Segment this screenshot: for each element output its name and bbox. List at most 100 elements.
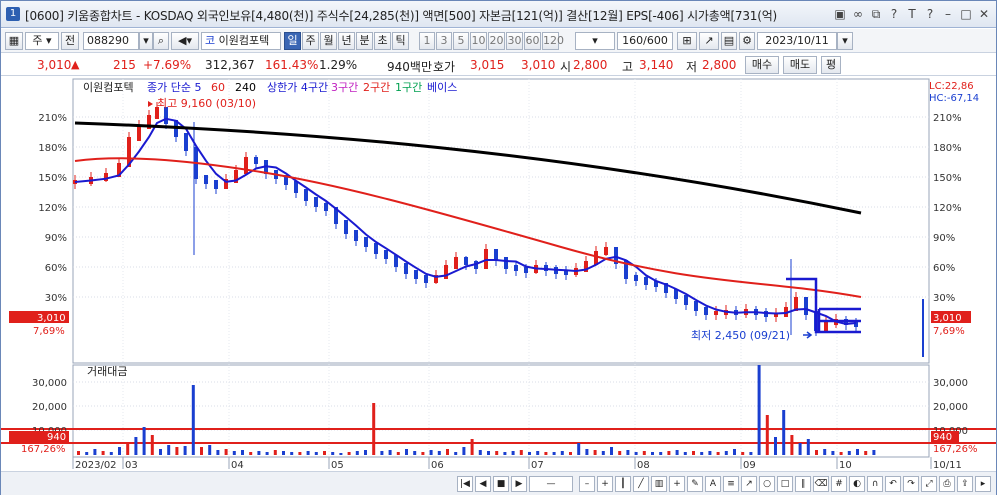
turnover: 1.29% (319, 58, 358, 72)
fib-icon[interactable]: ≡ (723, 476, 739, 492)
minute-tab[interactable]: 120 (542, 32, 564, 50)
help-icon[interactable]: ? (886, 5, 902, 23)
zoom-out-icon[interactable]: – (579, 476, 595, 492)
settings-icon[interactable]: ⚙ (739, 32, 755, 50)
candle-body (214, 180, 218, 189)
stock-name-field[interactable]: 코 이원컴포텍 (201, 32, 281, 50)
volume-bar (446, 449, 449, 455)
chart-area[interactable]: 210% 210% 180% 180% 150% 150% 120% 120% 90% 90% 60… (1, 77, 996, 495)
x-label: 04 (231, 460, 244, 471)
window-icon[interactable]: ⧉ (868, 5, 884, 23)
close-icon[interactable]: ✕ (976, 5, 992, 23)
window-number: 1 (6, 7, 20, 21)
minute-tab[interactable]: 1 (419, 32, 435, 50)
scroll-track[interactable]: — (529, 476, 573, 492)
period-tab[interactable]: 주 (302, 32, 319, 50)
period-tab[interactable]: 분 (356, 32, 373, 50)
cross-icon[interactable]: + (669, 476, 685, 492)
stop-icon[interactable]: ■ (493, 476, 509, 492)
candle-body (404, 263, 408, 274)
color-icon[interactable]: ◐ (849, 476, 865, 492)
minute-tab[interactable]: 10 (470, 32, 487, 50)
circle-icon[interactable]: ○ (759, 476, 775, 492)
arrow-icon[interactable]: ↗ (741, 476, 757, 492)
minute-tab[interactable]: 20 (488, 32, 505, 50)
stock-code-input[interactable]: 088290 (83, 32, 139, 50)
volume-bar (683, 452, 687, 455)
minute-tab[interactable]: 5 (453, 32, 469, 50)
sell-button[interactable]: 매도 (783, 56, 817, 74)
date-input[interactable]: 2023/10/11 (757, 32, 837, 50)
minute-tab[interactable]: 30 (506, 32, 523, 50)
minute-select[interactable]: ▾ (575, 32, 615, 50)
candle-body (254, 157, 258, 164)
y-tick-left: 150% (38, 173, 67, 184)
period-tab[interactable]: 년 (338, 32, 355, 50)
channel-icon[interactable]: ∥ (795, 476, 811, 492)
link-icon[interactable]: ∞ (850, 5, 866, 23)
fit-icon[interactable]: ⤢ (921, 476, 937, 492)
grid-toggle-icon[interactable]: # (831, 476, 847, 492)
search-icon[interactable]: ⌕ (153, 32, 169, 50)
first-icon[interactable]: |◀ (457, 476, 473, 492)
candle-body (344, 220, 348, 234)
prev-icon[interactable]: ◀ (475, 476, 491, 492)
period-tab[interactable]: 초 (374, 32, 391, 50)
pin-icon[interactable]: ? (922, 5, 938, 23)
volume-ratio: 161.43% (265, 58, 319, 72)
grid-icon[interactable]: ▦ (5, 32, 23, 50)
maximize-icon[interactable]: □ (958, 5, 974, 23)
text-icon[interactable]: T (904, 5, 920, 23)
rect-icon[interactable]: □ (777, 476, 793, 492)
draw-icon[interactable]: ✎ (687, 476, 703, 492)
minimize-icon[interactable]: – (940, 5, 956, 23)
volume-bar (708, 451, 712, 455)
erase-icon[interactable]: ⌫ (813, 476, 829, 492)
save-icon[interactable]: ▤ (721, 32, 737, 50)
period-tab[interactable]: 월 (320, 32, 337, 50)
volume-bar (536, 451, 540, 455)
volume-bar (610, 447, 613, 455)
type-select[interactable]: 주 ▾ (25, 32, 59, 50)
volume-bar (216, 450, 220, 455)
period-tab[interactable]: 틱 (392, 32, 409, 50)
more-icon[interactable]: ▸ (975, 476, 991, 492)
candle-body (694, 301, 698, 311)
volume-bar (569, 452, 572, 455)
chart-type-icon[interactable]: ⊞ (677, 32, 697, 50)
redo-icon[interactable]: ↷ (903, 476, 919, 492)
next-icon[interactable]: ▶ (511, 476, 527, 492)
period-tab[interactable]: 일 (284, 32, 301, 50)
image-icon[interactable]: ▣ (832, 5, 848, 23)
text-tool-icon[interactable]: A (705, 476, 721, 492)
print-icon[interactable]: ⎙ (939, 476, 955, 492)
indicator-icon[interactable]: ↗ (699, 32, 719, 50)
zoom-in-icon[interactable]: + (597, 476, 613, 492)
volume-bar (306, 451, 310, 455)
magnet-icon[interactable]: ∩ (867, 476, 883, 492)
candle-body (454, 257, 458, 269)
price-chart[interactable]: 210% 210% 180% 180% 150% 150% 120% 120% 90% 90% 60… (1, 77, 996, 471)
line-icon[interactable]: ╱ (633, 476, 649, 492)
prev-button[interactable]: 전 (61, 32, 79, 50)
undo-icon[interactable]: ↶ (885, 476, 901, 492)
flat-button[interactable]: 평 (821, 56, 841, 74)
sound-icon[interactable]: ◀▾ (171, 32, 199, 50)
candle-body (524, 267, 528, 273)
high-price: 3,140 (639, 58, 674, 72)
calendar-icon[interactable]: ▾ (837, 32, 853, 50)
minute-tab[interactable]: 60 (524, 32, 541, 50)
candle-icon[interactable]: ┃ (615, 476, 631, 492)
volume-bar (749, 452, 753, 455)
volume-bar (208, 445, 212, 455)
dropdown-icon[interactable]: ▾ (139, 32, 153, 50)
open-label: 시 (560, 60, 572, 74)
bar-icon[interactable]: ▥ (651, 476, 667, 492)
buy-button[interactable]: 매수 (745, 56, 779, 74)
export-icon[interactable]: ⇪ (957, 476, 973, 492)
minute-tab[interactable]: 3 (436, 32, 452, 50)
volume-bar (856, 449, 859, 455)
count-input[interactable]: 160/600 (617, 32, 673, 50)
pct-tag-left: 7,69% (33, 326, 65, 337)
volume-bar (601, 451, 605, 455)
